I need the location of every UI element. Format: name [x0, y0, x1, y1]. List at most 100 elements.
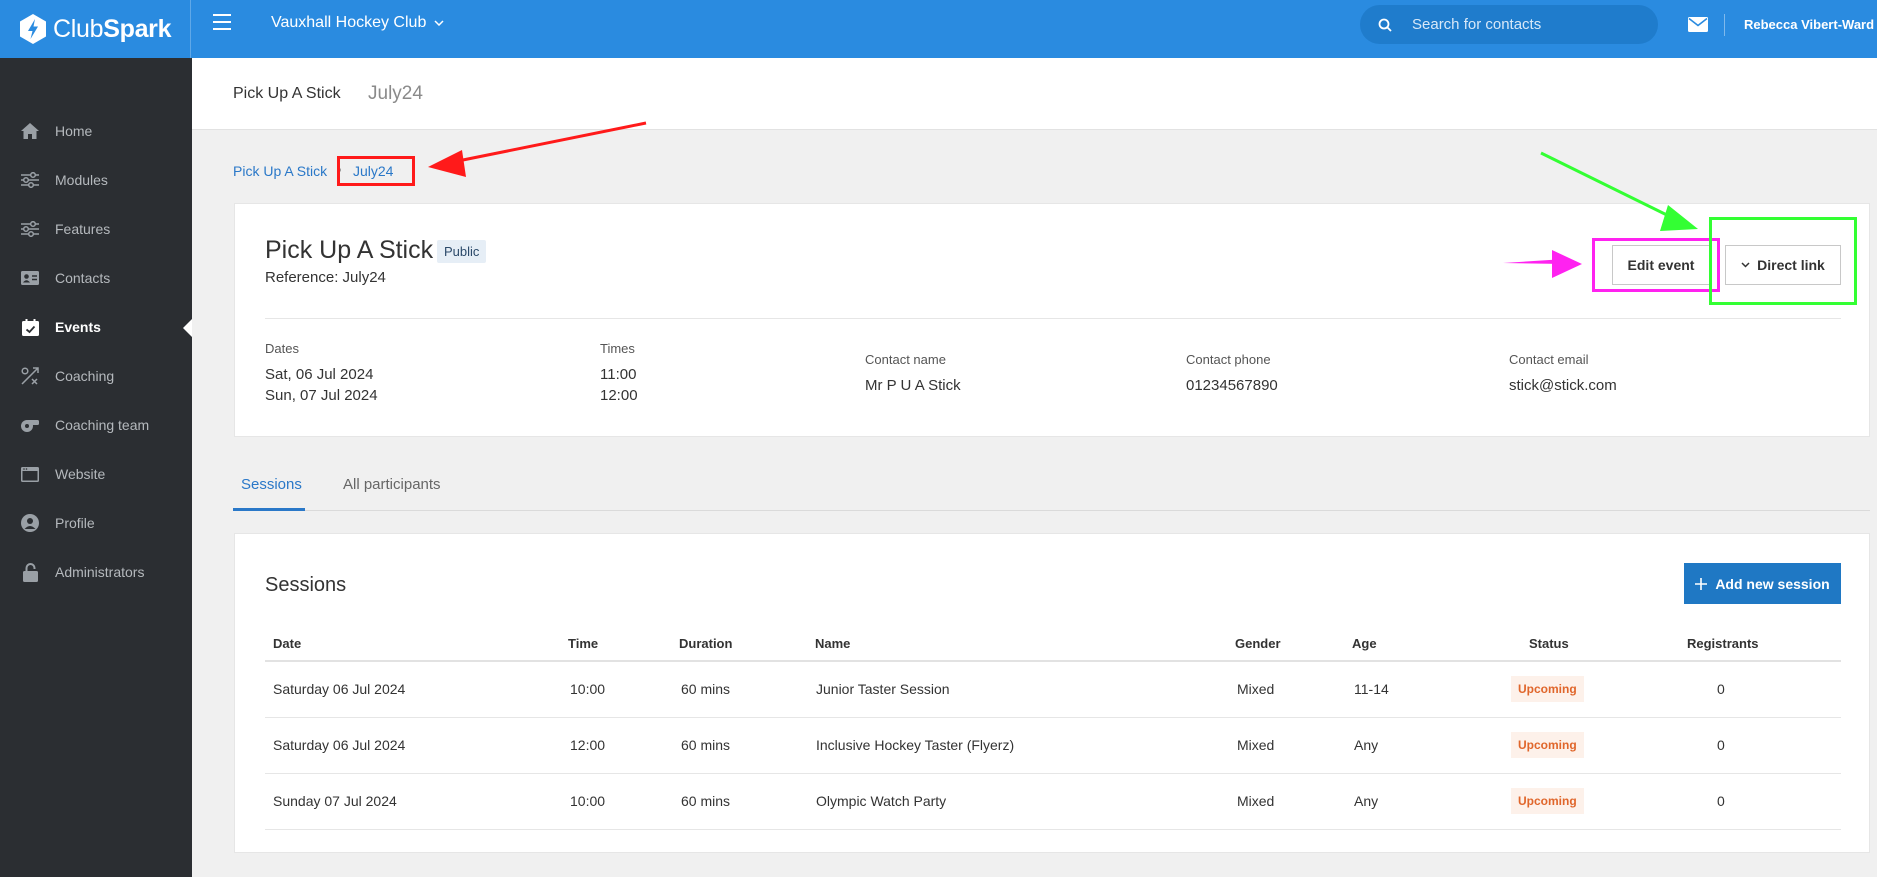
column-header-date[interactable]: Date: [273, 636, 301, 651]
table-row[interactable]: Saturday 06 Jul 2024 12:00 60 mins Inclu…: [265, 718, 1841, 774]
table-row[interactable]: Sunday 07 Jul 2024 10:00 60 mins Olympic…: [265, 774, 1841, 830]
search-box[interactable]: [1360, 5, 1658, 44]
home-icon: [20, 121, 40, 141]
tab-all-participants[interactable]: All participants: [343, 476, 441, 493]
cell-age: Any: [1354, 793, 1379, 809]
logo-text-spark: Spark: [103, 14, 172, 43]
status-badge: Upcoming: [1511, 676, 1584, 702]
sidebar-item-website[interactable]: Website: [0, 454, 192, 494]
status-badge: Upcoming: [1511, 732, 1584, 758]
menu-icon[interactable]: [213, 14, 231, 30]
sidebar-item-label: Administrators: [55, 564, 145, 580]
sidebar-item-coaching-team[interactable]: Coaching team: [0, 405, 192, 445]
breadcrumb-parent[interactable]: Pick Up A Stick: [233, 163, 327, 179]
sidebar-item-label: Features: [55, 221, 111, 237]
plus-icon: [1695, 577, 1708, 590]
add-new-session-label: Add new session: [1715, 575, 1830, 592]
logo-text-club: Club: [53, 14, 104, 43]
sidebar-item-label: Home: [55, 123, 93, 139]
sidebar: Home Modules Features Contacts Events Co…: [0, 58, 192, 877]
cell-date: Saturday 06 Jul 2024: [273, 737, 406, 753]
cell-duration: 60 mins: [681, 681, 731, 697]
date-value: Sun, 07 Jul 2024: [265, 387, 378, 404]
tabs-divider: [233, 510, 1870, 511]
cell-age: 11-14: [1354, 681, 1389, 697]
column-header-name[interactable]: Name: [815, 636, 850, 651]
breadcrumb-current[interactable]: July24: [353, 163, 393, 179]
active-tab-indicator: [233, 508, 305, 511]
contact-email-label: Contact email: [1509, 352, 1589, 367]
user-menu[interactable]: Rebecca Vibert-Ward: [1744, 17, 1874, 32]
cell-time: 10:00: [570, 793, 606, 809]
cell-age: Any: [1354, 737, 1379, 753]
sidebar-item-profile[interactable]: Profile: [0, 503, 192, 543]
contact-card-icon: [20, 268, 40, 288]
column-header-time[interactable]: Time: [568, 636, 598, 651]
sidebar-item-features[interactable]: Features: [0, 209, 192, 249]
direct-link-label: Direct link: [1757, 257, 1825, 273]
times-label: Times: [600, 341, 635, 356]
lock-icon: [20, 562, 40, 582]
sidebar-item-label: Contacts: [55, 270, 111, 286]
edit-event-button[interactable]: Edit event: [1612, 245, 1710, 285]
date-value: Sat, 06 Jul 2024: [265, 366, 374, 383]
contact-phone-label: Contact phone: [1186, 352, 1271, 367]
coaching-icon: [20, 366, 40, 386]
sidebar-item-label: Modules: [55, 172, 108, 188]
time-value: 11:00: [600, 366, 637, 383]
cell-date: Sunday 07 Jul 2024: [273, 793, 397, 809]
column-header-gender[interactable]: Gender: [1235, 636, 1281, 651]
mail-icon[interactable]: [1688, 17, 1708, 32]
page-title: Pick Up A Stick: [233, 85, 341, 102]
table-row[interactable]: Saturday 06 Jul 2024 10:00 60 mins Junio…: [265, 662, 1841, 718]
cell-gender: Mixed: [1237, 681, 1275, 697]
sidebar-item-label: Coaching team: [55, 417, 150, 433]
cell-name: Olympic Watch Party: [816, 793, 947, 809]
sidebar-item-modules[interactable]: Modules: [0, 160, 192, 200]
status-badge: Upcoming: [1511, 788, 1584, 814]
divider: [1724, 14, 1725, 36]
cell-duration: 60 mins: [681, 737, 731, 753]
contact-email-value: stick@stick.com: [1509, 377, 1617, 394]
add-new-session-button[interactable]: Add new session: [1684, 563, 1841, 604]
sessions-title: Sessions: [265, 574, 347, 596]
sessions-card: Sessions Add new session Date Time Durat…: [234, 533, 1870, 853]
annotation-arrow-red: [428, 121, 647, 177]
sidebar-item-contacts[interactable]: Contacts: [0, 258, 192, 298]
tab-sessions[interactable]: Sessions: [241, 476, 302, 493]
contact-phone-value: 01234567890: [1186, 377, 1278, 394]
whistle-icon: [20, 415, 40, 435]
sidebar-item-label: Website: [55, 466, 106, 482]
chevron-down-icon: [1741, 262, 1750, 268]
logo[interactable]: ClubSpark: [0, 0, 191, 58]
calendar-check-icon: [20, 317, 40, 337]
cell-gender: Mixed: [1237, 737, 1275, 753]
time-value: 12:00: [600, 387, 638, 404]
column-header-duration[interactable]: Duration: [679, 636, 732, 651]
direct-link-button[interactable]: Direct link: [1725, 245, 1841, 285]
top-bar: ClubSpark Vauxhall Hockey Club Rebecca V…: [0, 0, 1877, 58]
cell-registrants: 0: [1717, 681, 1725, 697]
sidebar-item-label: Events: [55, 319, 101, 335]
sidebar-item-home[interactable]: Home: [0, 111, 192, 151]
cell-name: Junior Taster Session: [816, 681, 950, 697]
sliders-icon: [20, 170, 40, 190]
divider: [265, 318, 1841, 319]
sidebar-item-coaching[interactable]: Coaching: [0, 356, 192, 396]
column-header-status[interactable]: Status: [1529, 636, 1569, 651]
event-title: Pick Up A Stick: [265, 236, 434, 264]
breadcrumb-separator: [337, 168, 341, 172]
cell-duration: 60 mins: [681, 793, 731, 809]
dates-label: Dates: [265, 341, 299, 356]
contact-name-label: Contact name: [865, 352, 946, 367]
sidebar-item-label: Coaching: [55, 368, 115, 384]
clubspark-logo-icon: [20, 14, 46, 44]
cell-registrants: 0: [1717, 737, 1725, 753]
club-selector[interactable]: Vauxhall Hockey Club: [271, 14, 444, 32]
search-input[interactable]: [1412, 16, 1632, 33]
sidebar-item-administrators[interactable]: Administrators: [0, 552, 192, 592]
sidebar-item-events[interactable]: Events: [0, 307, 192, 347]
club-name: Vauxhall Hockey Club: [271, 14, 427, 31]
column-header-age[interactable]: Age: [1352, 636, 1377, 651]
column-header-registrants[interactable]: Registrants: [1687, 636, 1759, 651]
